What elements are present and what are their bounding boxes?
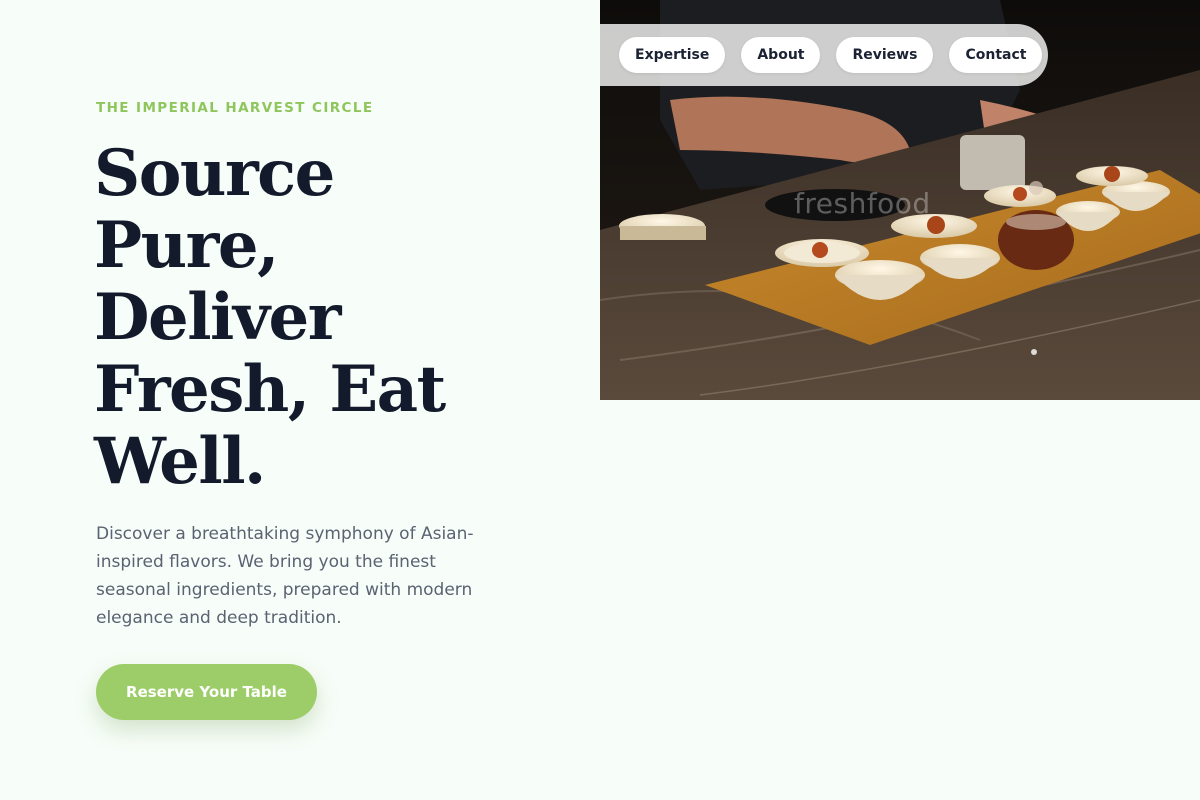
headline-line: Fresh, Eat	[94, 352, 446, 427]
nav-contact[interactable]: Contact	[949, 37, 1043, 73]
nav-expertise[interactable]: Expertise	[619, 37, 726, 73]
hero-eyebrow: THE IMPERIAL HARVEST CIRCLE	[96, 100, 374, 116]
reserve-table-button[interactable]: Reserve Your Table	[96, 664, 317, 720]
headline-line: Source	[94, 136, 335, 211]
image-watermark: freshfood	[794, 187, 931, 220]
nav-about[interactable]: About	[741, 37, 821, 73]
nav-reviews[interactable]: Reviews	[836, 37, 934, 73]
headline-line: Pure,	[94, 208, 279, 283]
headline-line: Deliver	[94, 280, 341, 355]
hero-headline: Source Pure, Deliver Fresh, Eat Well.	[94, 138, 534, 498]
main-nav: Expertise About Reviews Contact	[600, 24, 1048, 86]
headline-line: Well.	[94, 424, 266, 499]
hero-description: Discover a breathtaking symphony of Asia…	[96, 524, 474, 628]
